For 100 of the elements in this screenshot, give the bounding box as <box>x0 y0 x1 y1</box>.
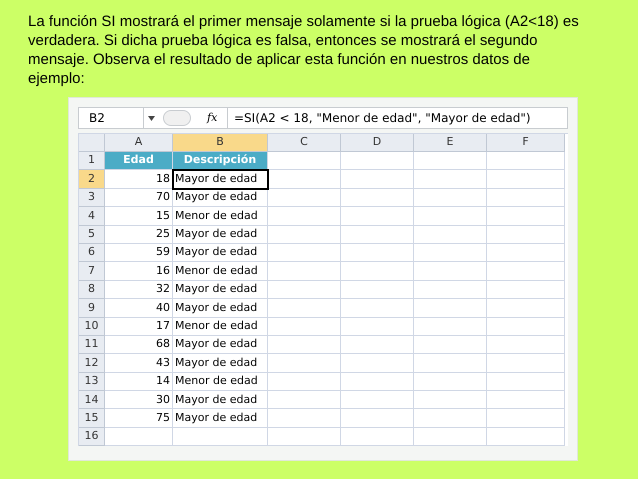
table-cell[interactable]: Mayor de edad <box>173 170 268 189</box>
empty-cell[interactable] <box>268 280 341 300</box>
empty-cell[interactable] <box>487 336 565 354</box>
table-cell[interactable]: 43 <box>105 354 173 373</box>
row-header[interactable]: 15 <box>79 409 105 428</box>
row-header[interactable]: 10 <box>79 318 105 336</box>
empty-cell[interactable] <box>268 226 341 244</box>
formula-field[interactable]: =SI(A2 < 18, "Menor de edad", "Mayor de edad") <box>227 108 567 128</box>
empty-cell[interactable] <box>414 280 487 300</box>
empty-cell[interactable] <box>414 354 487 373</box>
select-all-corner[interactable] <box>79 134 105 152</box>
empty-cell[interactable] <box>414 318 487 336</box>
empty-cell[interactable] <box>414 207 487 226</box>
row-header[interactable]: 8 <box>79 280 105 300</box>
formula-bar-button[interactable] <box>163 110 191 126</box>
empty-cell[interactable] <box>268 318 341 336</box>
empty-cell[interactable] <box>414 188 487 208</box>
table-cell[interactable]: Mayor de edad <box>173 299 268 318</box>
empty-cell[interactable] <box>414 428 487 446</box>
row-header[interactable]: 6 <box>79 244 105 262</box>
empty-cell[interactable] <box>487 226 565 244</box>
row-header[interactable]: 5 <box>79 226 105 244</box>
row-header[interactable]: 13 <box>79 372 105 392</box>
row-header[interactable]: 12 <box>79 354 105 373</box>
column-header[interactable]: F <box>487 134 565 152</box>
table-cell[interactable]: 17 <box>105 318 173 336</box>
empty-cell[interactable] <box>487 318 565 336</box>
column-header[interactable]: B <box>173 134 268 152</box>
table-cell[interactable]: 30 <box>105 391 173 410</box>
empty-cell[interactable] <box>268 244 341 262</box>
dropdown-caret-icon[interactable] <box>148 116 155 120</box>
empty-cell[interactable] <box>268 188 341 208</box>
empty-cell[interactable] <box>341 409 414 428</box>
empty-cell[interactable] <box>414 152 487 170</box>
table-cell[interactable]: 70 <box>105 188 173 208</box>
table-cell[interactable]: Mayor de edad <box>173 244 268 262</box>
empty-cell[interactable] <box>487 207 565 226</box>
empty-cell[interactable] <box>487 391 565 410</box>
empty-cell[interactable] <box>341 391 414 410</box>
empty-cell[interactable] <box>414 391 487 410</box>
empty-cell[interactable] <box>487 409 565 428</box>
table-cell[interactable]: 14 <box>105 372 173 392</box>
empty-cell[interactable] <box>268 354 341 373</box>
table-cell[interactable]: Menor de edad <box>173 262 268 281</box>
empty-cell[interactable] <box>414 262 487 281</box>
empty-cell[interactable] <box>341 244 414 262</box>
empty-cell[interactable] <box>341 318 414 336</box>
empty-cell[interactable] <box>341 188 414 208</box>
empty-cell[interactable] <box>341 280 414 300</box>
row-header[interactable]: 2 <box>79 170 105 189</box>
table-cell[interactable]: 68 <box>105 336 173 354</box>
empty-cell[interactable] <box>487 299 565 318</box>
row-header[interactable]: 7 <box>79 262 105 281</box>
table-cell[interactable]: 16 <box>105 262 173 281</box>
table-cell[interactable]: Mayor de edad <box>173 280 268 300</box>
row-header[interactable]: 1 <box>79 152 105 170</box>
table-cell[interactable]: 25 <box>105 226 173 244</box>
column-header[interactable]: D <box>341 134 414 152</box>
table-cell[interactable]: Mayor de edad <box>173 188 268 208</box>
empty-cell[interactable] <box>341 354 414 373</box>
column-header[interactable]: C <box>268 134 341 152</box>
table-cell[interactable]: Menor de edad <box>173 372 268 392</box>
empty-cell[interactable] <box>487 244 565 262</box>
table-cell[interactable]: 75 <box>105 409 173 428</box>
function-label[interactable]: fx <box>207 110 227 126</box>
empty-cell[interactable] <box>268 262 341 281</box>
empty-cell[interactable] <box>268 170 341 189</box>
row-header[interactable]: 3 <box>79 188 105 208</box>
empty-cell[interactable] <box>341 152 414 170</box>
table-cell[interactable]: Menor de edad <box>173 318 268 336</box>
empty-cell[interactable] <box>414 299 487 318</box>
empty-cell[interactable] <box>487 188 565 208</box>
empty-cell[interactable] <box>341 226 414 244</box>
table-cell[interactable]: Menor de edad <box>173 207 268 226</box>
empty-cell[interactable] <box>341 262 414 281</box>
table-cell[interactable]: Mayor de edad <box>173 226 268 244</box>
table-cell[interactable]: 18 <box>105 170 173 189</box>
empty-cell[interactable] <box>487 152 565 170</box>
empty-cell[interactable] <box>414 226 487 244</box>
empty-cell[interactable] <box>414 336 487 354</box>
empty-cell[interactable] <box>268 409 341 428</box>
empty-cell[interactable] <box>487 280 565 300</box>
empty-cell[interactable] <box>414 244 487 262</box>
empty-cell[interactable] <box>414 409 487 428</box>
empty-cell[interactable] <box>414 372 487 392</box>
column-header[interactable]: E <box>414 134 487 152</box>
empty-cell[interactable] <box>268 207 341 226</box>
table-cell[interactable]: Mayor de edad <box>173 409 268 428</box>
table-cell[interactable]: Mayor de edad <box>173 391 268 410</box>
empty-cell[interactable] <box>341 336 414 354</box>
table-cell[interactable]: 32 <box>105 280 173 300</box>
row-header[interactable]: 9 <box>79 299 105 318</box>
empty-cell[interactable] <box>268 391 341 410</box>
empty-cell[interactable] <box>487 428 565 446</box>
row-header[interactable]: 4 <box>79 207 105 226</box>
empty-cell[interactable] <box>268 336 341 354</box>
column-header[interactable]: A <box>105 134 173 152</box>
table-cell[interactable]: Mayor de edad <box>173 354 268 373</box>
empty-cell[interactable] <box>268 299 341 318</box>
row-header[interactable]: 14 <box>79 391 105 410</box>
